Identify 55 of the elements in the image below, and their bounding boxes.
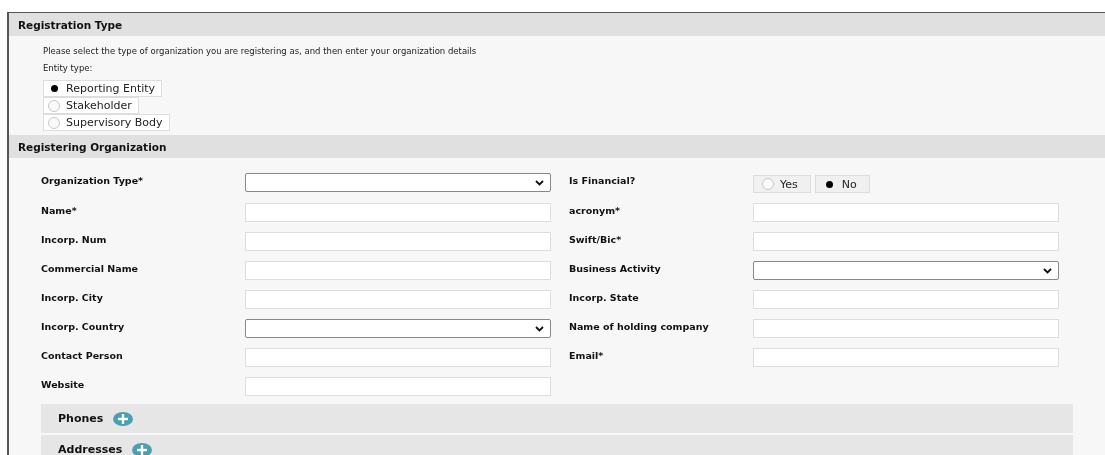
select-field[interactable] [245, 173, 551, 192]
select-field[interactable] [245, 319, 551, 338]
input-field[interactable] [753, 232, 1059, 251]
option-label: No [841, 177, 857, 191]
option-label: Supervisory Body [66, 116, 163, 129]
section-header: Registration Type [9, 13, 1105, 36]
radio-icon[interactable] [762, 178, 774, 190]
option-label: Yes [780, 177, 798, 191]
input-field[interactable] [245, 261, 551, 280]
add-icon[interactable] [113, 412, 134, 426]
input-field[interactable] [753, 348, 1059, 367]
chevron-down-icon [1043, 267, 1052, 274]
chevron-down-icon [535, 179, 544, 186]
input-field[interactable] [753, 290, 1059, 309]
collapsible-section[interactable]: Addresses [41, 435, 1073, 455]
field-label: Incorp. City [41, 291, 104, 303]
field-label: Name* [41, 204, 78, 216]
field-label: Is Financial? [568, 174, 637, 186]
section-title: Phones [58, 412, 104, 425]
field-label: Contact Person [41, 349, 124, 361]
field-label: Business Activity [568, 262, 662, 274]
radio-option[interactable]: Stakeholder [43, 97, 139, 114]
field-label: Incorp. Country [41, 320, 126, 332]
collapsible-section[interactable]: Phones [41, 404, 1073, 433]
field-label: Entity type: [43, 63, 94, 73]
radio-option[interactable]: No [814, 175, 870, 193]
field-label: Incorp. Num [41, 233, 108, 245]
select-field[interactable] [753, 261, 1059, 280]
field-label: Incorp. State [568, 291, 640, 303]
field-label: Name of holding company [568, 320, 710, 332]
input-field[interactable] [753, 203, 1059, 222]
input-field[interactable] [245, 377, 551, 396]
field-label: Organization Type* [41, 174, 145, 186]
radio-icon[interactable] [48, 99, 60, 112]
field-label: Commercial Name [41, 262, 139, 274]
description-text: Please select the type of organization you are registering as, and then enter your organization details [43, 46, 478, 56]
field-label: acronym* [568, 204, 622, 216]
radio-option[interactable]: Supervisory Body [43, 114, 170, 131]
input-field[interactable] [245, 232, 551, 251]
input-field[interactable] [245, 348, 551, 367]
field-label: Email* [568, 349, 605, 361]
radio-option[interactable]: Reporting Entity [43, 80, 163, 97]
chevron-down-icon [535, 325, 544, 332]
input-field[interactable] [245, 203, 551, 222]
section-title: Addresses [58, 443, 123, 455]
option-label: Stakeholder [66, 99, 132, 112]
field-label: Website [41, 378, 86, 390]
input-field[interactable] [245, 290, 551, 309]
radio-icon[interactable] [48, 116, 60, 129]
input-field[interactable] [753, 319, 1059, 338]
section-header: Registering Organization [9, 135, 1105, 158]
option-label: Reporting Entity [66, 82, 156, 95]
field-label: Swift/Bic* [568, 233, 623, 245]
add-icon[interactable] [132, 443, 153, 455]
radio-option[interactable]: Yes [753, 175, 811, 193]
